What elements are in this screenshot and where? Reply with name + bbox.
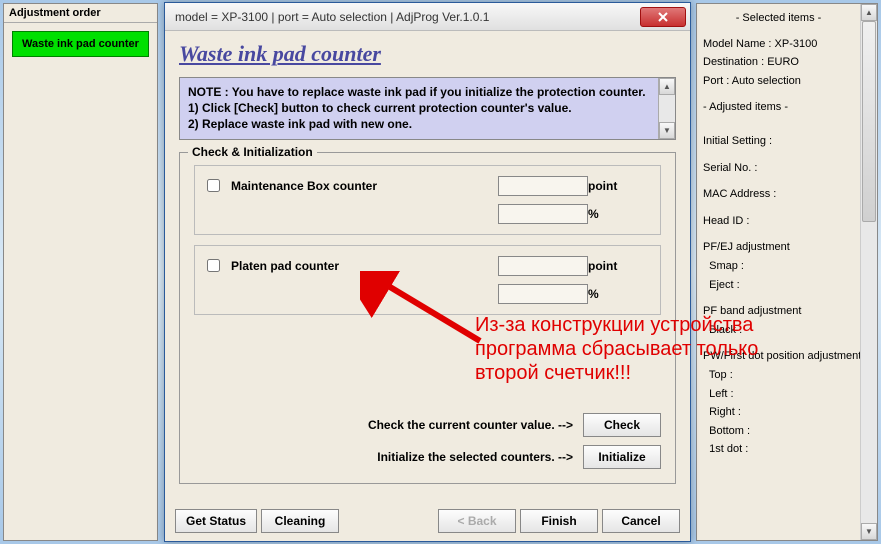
scroll-track[interactable]: [659, 95, 675, 122]
back-button[interactable]: < Back: [438, 509, 516, 533]
dialog-title: model = XP-3100 | port = Auto selection …: [175, 10, 640, 24]
finish-button[interactable]: Finish: [520, 509, 598, 533]
waste-ink-pad-counter-button[interactable]: Waste ink pad counter: [12, 31, 149, 57]
adjusted-item: Smap :: [703, 258, 854, 276]
note-line: 1) Click [Check] button to check current…: [188, 100, 652, 116]
port-label: Port : Auto selection: [703, 73, 854, 91]
adjustment-order-panel: Adjustment order Waste ink pad counter: [3, 3, 158, 541]
platen-point-field: [498, 256, 588, 276]
destination-label: Destination : EURO: [703, 54, 854, 72]
unit-point-label: point: [588, 179, 648, 193]
adjusted-item: 1st dot :: [703, 441, 854, 459]
groupbox-title: Check & Initialization: [188, 145, 317, 159]
adjusted-item: PF/EJ adjustment: [703, 239, 854, 257]
check-button[interactable]: Check: [583, 413, 661, 437]
adjusted-item: MAC Address :: [703, 186, 854, 204]
scroll-down-icon[interactable]: ▼: [861, 523, 877, 540]
adjusted-items-header: - Adjusted items -: [703, 99, 854, 117]
scroll-up-icon[interactable]: ▲: [861, 4, 877, 21]
maintenance-box-label: Maintenance Box counter: [231, 179, 498, 193]
close-icon: [658, 12, 668, 22]
platen-pad-checkbox[interactable]: [207, 259, 220, 272]
maintenance-box-checkbox[interactable]: [207, 179, 220, 192]
close-button[interactable]: [640, 7, 686, 27]
scroll-thumb[interactable]: [862, 21, 876, 222]
maintenance-box-counter-block: Maintenance Box counter point %: [194, 165, 661, 235]
page-title: Waste ink pad counter: [179, 41, 676, 67]
selected-items-header: - Selected items -: [703, 10, 854, 28]
platen-percent-field: [498, 284, 588, 304]
note-line: 2) Replace waste ink pad with new one.: [188, 116, 652, 132]
initialize-counter-label: Initialize the selected counters. -->: [377, 450, 573, 464]
adjusted-item: Black :: [703, 322, 854, 340]
scroll-down-icon[interactable]: ▼: [659, 122, 675, 139]
adjusted-item: Left :: [703, 386, 854, 404]
dialog-titlebar: model = XP-3100 | port = Auto selection …: [165, 3, 690, 31]
adjusted-item: Serial No. :: [703, 160, 854, 178]
get-status-button[interactable]: Get Status: [175, 509, 257, 533]
scroll-up-icon[interactable]: ▲: [659, 78, 675, 95]
unit-point-label: point: [588, 259, 648, 273]
adjusted-items-panel: - Selected items - Model Name : XP-3100 …: [696, 3, 878, 541]
adjusted-item: Head ID :: [703, 213, 854, 231]
adjusted-item: Initial Setting :: [703, 133, 854, 151]
note-line: NOTE : You have to replace waste ink pad…: [188, 84, 652, 100]
scroll-track[interactable]: [861, 21, 877, 523]
unit-percent-label: %: [588, 287, 648, 301]
adjprog-dialog: model = XP-3100 | port = Auto selection …: [164, 2, 691, 542]
unit-percent-label: %: [588, 207, 648, 221]
note-scrollbar[interactable]: ▲ ▼: [658, 78, 675, 139]
adjusted-items-content: - Selected items - Model Name : XP-3100 …: [697, 4, 860, 540]
maintenance-percent-field: [498, 204, 588, 224]
maintenance-point-field: [498, 176, 588, 196]
adjusted-item: Eject :: [703, 277, 854, 295]
model-name-label: Model Name : XP-3100: [703, 36, 854, 54]
adjusted-item: Top :: [703, 367, 854, 385]
cancel-button[interactable]: Cancel: [602, 509, 680, 533]
initialize-button[interactable]: Initialize: [583, 445, 661, 469]
check-counter-label: Check the current counter value. -->: [368, 418, 573, 432]
adjusted-item: Bottom :: [703, 423, 854, 441]
note-box: NOTE : You have to replace waste ink pad…: [179, 77, 676, 140]
bottom-button-bar: Get Status Cleaning < Back Finish Cancel: [175, 509, 680, 533]
adjusted-item: Right :: [703, 404, 854, 422]
cleaning-button[interactable]: Cleaning: [261, 509, 339, 533]
adjustment-order-title: Adjustment order: [4, 4, 157, 23]
check-initialization-group: Check & Initialization Maintenance Box c…: [179, 152, 676, 484]
adjusted-item: PF band adjustment: [703, 303, 854, 321]
platen-pad-counter-block: Platen pad counter point %: [194, 245, 661, 315]
adjusted-item: PW/First dot position adjustment: [703, 348, 854, 366]
platen-pad-label: Platen pad counter: [231, 259, 498, 273]
right-scrollbar[interactable]: ▲ ▼: [860, 4, 877, 540]
